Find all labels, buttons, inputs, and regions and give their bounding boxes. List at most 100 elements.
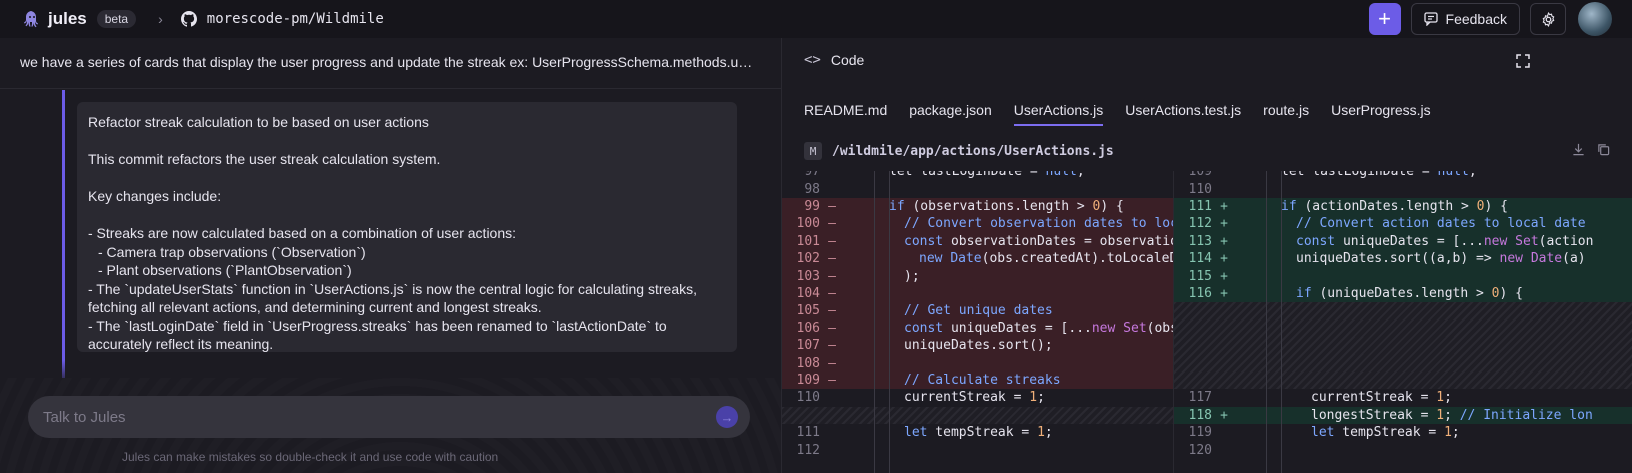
diff-line: 120 (1174, 441, 1632, 458)
diff-line: 107 — uniqueDates.sort(); (782, 337, 1173, 355)
code-title: Code (830, 52, 865, 68)
feedback-button[interactable]: Feedback (1410, 3, 1520, 35)
new-task-button[interactable]: + (1368, 3, 1401, 35)
tab-package-json[interactable]: package.json (909, 102, 992, 126)
code-text: new Date(obs.createdAt).toLocaleDate (919, 251, 1173, 267)
line-number: 102 (796, 251, 820, 267)
line-number: 99 (804, 198, 820, 214)
line-number: 112 (1188, 216, 1212, 232)
line-number: 114 (1188, 251, 1212, 267)
diff-line: 110 currentStreak = 1; (782, 389, 1173, 406)
diff-line (1174, 337, 1632, 355)
diff-line: 110 (1174, 180, 1632, 197)
diff-line: 99 — if (observations.length > 0) { (782, 197, 1173, 216)
commit-line: Key changes include: (88, 188, 222, 204)
diff-marker: — (828, 285, 836, 301)
line-number: 101 (796, 233, 820, 249)
commit-line: Refactor streak calculation to be based … (88, 114, 429, 130)
line-number: 109 (1188, 171, 1212, 180)
octopus-icon (24, 11, 38, 28)
commit-line (88, 169, 726, 188)
line-number: 112 (796, 442, 820, 458)
disclaimer-text: Jules can make mistakes so double-check … (122, 450, 499, 462)
diff-marker: — (828, 198, 836, 214)
feedback-label: Feedback (1445, 11, 1507, 27)
send-button[interactable]: → (716, 406, 738, 428)
jules-logo[interactable]: jules (22, 9, 87, 29)
code-text: uniqueDates.sort((a,b) => new Date(a) (1296, 251, 1586, 267)
diff-line: 109 — // Calculate streaks (782, 371, 1173, 390)
diff-line: 105 — // Get unique dates (782, 302, 1173, 320)
diff-marker: — (828, 320, 836, 336)
download-icon[interactable] (1572, 143, 1585, 161)
line-number: 107 (796, 338, 820, 354)
modified-badge: M (804, 142, 822, 160)
tab-useractions-test-js[interactable]: UserActions.test.js (1125, 102, 1241, 126)
diff-line: 118 + longestStreak = 1; // Initialize lon (1174, 406, 1632, 424)
commit-line: fetching all relevant actions, and deter… (88, 299, 542, 315)
indent-guide (1266, 171, 1267, 473)
commit-line (88, 132, 726, 151)
tab-route-js[interactable]: route.js (1263, 102, 1309, 126)
repo-selector[interactable]: morescode-pm/Wildmile (180, 11, 384, 27)
diff-marker: + (1220, 268, 1228, 284)
line-number: 103 (796, 268, 820, 284)
line-number: 113 (1188, 233, 1212, 249)
line-number: 119 (1188, 425, 1212, 441)
diff-line (782, 406, 1173, 424)
user-avatar[interactable] (1578, 2, 1612, 36)
indent-guide (889, 171, 890, 473)
line-number: 109 (796, 372, 820, 388)
diff-marker: + (1220, 407, 1228, 423)
code-text: const observationDates = observations. (904, 233, 1173, 249)
line-number: 108 (796, 355, 820, 371)
diff-line: 112 (782, 441, 1173, 458)
chat-placeholder: Talk to Jules (43, 408, 126, 426)
diff-view: 97 let lastLoginDate = null; 98 99 — if (obse… (782, 171, 1632, 473)
diff-line: 113 + const uniqueDates = [...new Set(acti… (1174, 232, 1632, 250)
diff-marker: — (828, 338, 836, 354)
line-number: 106 (796, 320, 820, 336)
diff-line: 109 let lastLoginDate = null; (1174, 171, 1632, 180)
diff-marker: — (828, 303, 836, 319)
code-text: ); (904, 268, 920, 284)
settings-button[interactable] (1530, 3, 1566, 35)
top-bar: jules beta › morescode-pm/Wildmile + Fee… (0, 0, 1632, 38)
tab-useractions-js[interactable]: UserActions.js (1013, 102, 1104, 126)
diff-line (1174, 354, 1632, 372)
beta-badge: beta (96, 10, 137, 28)
expand-icon[interactable] (1516, 54, 1530, 73)
line-number: 104 (796, 285, 820, 301)
diff-line: 98 (782, 180, 1173, 197)
line-number: 111 (796, 425, 820, 441)
diff-line: 104 — (782, 284, 1173, 303)
diff-marker: — (828, 251, 836, 267)
feedback-icon (1423, 12, 1438, 26)
chat-input[interactable]: Talk to Jules → (28, 396, 750, 438)
diff-marker: + (1220, 198, 1228, 214)
diff-line (1174, 319, 1632, 337)
code-text: currentStreak = 1; (1311, 390, 1452, 406)
tab-readme-md[interactable]: README.md (804, 102, 887, 126)
diff-line: 116 + if (uniqueDates.length > 0) { (1174, 284, 1632, 303)
line-number: 116 (1188, 285, 1212, 301)
diff-marker: + (1220, 233, 1228, 249)
code-text: let tempStreak = 1; (904, 425, 1053, 441)
diff-marker: + (1220, 216, 1228, 232)
line-number: 110 (796, 390, 820, 406)
indent-guide (874, 171, 875, 473)
diff-marker: — (828, 355, 836, 371)
code-header: <> Code (804, 52, 864, 68)
diff-line (1174, 371, 1632, 390)
tab-userprogress-js[interactable]: UserProgress.js (1331, 102, 1431, 126)
gear-icon (1542, 11, 1554, 27)
divider (0, 88, 781, 89)
code-text: // Calculate streaks (904, 372, 1061, 388)
commit-line: - Camera trap observations (`Observation… (98, 243, 366, 260)
code-text: if (actionDates.length > 0) { (1281, 198, 1508, 214)
line-number: 120 (1188, 442, 1212, 458)
diff-line: 106 — const uniqueDates = [...new Set(obse… (782, 319, 1173, 337)
copy-icon[interactable] (1597, 143, 1610, 161)
commit-message-card: Refactor streak calculation to be based … (77, 102, 737, 352)
diff-line: 111 + if (actionDates.length > 0) { (1174, 197, 1632, 216)
